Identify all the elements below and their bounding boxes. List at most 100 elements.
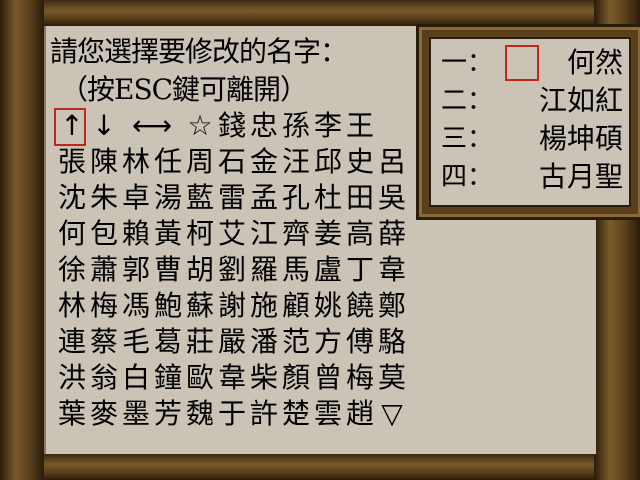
surname-cell[interactable]: 魏 <box>182 396 218 432</box>
surname-cell[interactable]: 齊 <box>278 216 314 252</box>
surname-cell[interactable]: 范 <box>278 324 314 360</box>
surname-cell[interactable]: 毛 <box>118 324 154 360</box>
surname-cell[interactable]: 吳 <box>374 180 410 216</box>
surname-cell[interactable]: 高 <box>342 216 378 252</box>
surname-cell[interactable]: 葛 <box>150 324 186 360</box>
surname-cell[interactable]: 潘 <box>246 324 282 360</box>
left-right-arrow-icon[interactable]: ⟷ <box>124 108 180 144</box>
surname-cell[interactable]: 施 <box>246 288 282 324</box>
surname-cell[interactable]: 歐 <box>182 360 218 396</box>
surname-cell[interactable]: 柴 <box>246 360 282 396</box>
surname-cell[interactable]: 何 <box>54 216 90 252</box>
surname-cell[interactable]: 忠 <box>246 108 282 144</box>
surname-cell[interactable]: 麥 <box>86 396 122 432</box>
surname-cell[interactable]: 陳 <box>86 144 122 180</box>
surname-cell[interactable]: 許 <box>246 396 282 432</box>
surname-cell[interactable]: 沈 <box>54 180 90 216</box>
surname-cell[interactable]: 卓 <box>118 180 154 216</box>
surname-cell[interactable]: 鮑 <box>150 288 186 324</box>
surname-cell[interactable]: 嚴 <box>214 324 250 360</box>
surname-cell[interactable]: 羅 <box>246 252 282 288</box>
surname-cell[interactable]: 丁 <box>342 252 378 288</box>
surname-cell[interactable]: 于 <box>214 396 250 432</box>
surname-cell[interactable]: 黃 <box>150 216 186 252</box>
surname-cell[interactable]: 薛 <box>374 216 410 252</box>
surname-cell[interactable]: 白 <box>118 360 154 396</box>
surname-cell[interactable]: 洪 <box>54 360 90 396</box>
surname-cell[interactable]: 孔 <box>278 180 314 216</box>
name-slot[interactable]: 四： 古月聖 <box>431 159 629 195</box>
surname-cell[interactable]: 謝 <box>214 288 250 324</box>
surname-cell[interactable]: 周 <box>182 144 218 180</box>
surname-cell[interactable]: 胡 <box>182 252 218 288</box>
surname-cell[interactable]: 馬 <box>278 252 314 288</box>
surname-cell[interactable]: 田 <box>342 180 378 216</box>
frame-bottom <box>0 454 640 480</box>
surname-cell[interactable]: 邱 <box>310 144 346 180</box>
surname-cell[interactable]: 姚 <box>310 288 346 324</box>
surname-cell[interactable]: 蔡 <box>86 324 122 360</box>
surname-cell[interactable]: 姜 <box>310 216 346 252</box>
surname-cell[interactable]: 韋 <box>214 360 250 396</box>
surname-cell[interactable]: 曾 <box>310 360 346 396</box>
surname-cell[interactable]: 江 <box>246 216 282 252</box>
surname-cell[interactable]: 史 <box>342 144 378 180</box>
surname-cell[interactable]: 林 <box>54 288 90 324</box>
surname-cell[interactable]: 呂 <box>374 144 410 180</box>
surname-cell[interactable]: 徐 <box>54 252 90 288</box>
surname-cell[interactable]: 芳 <box>150 396 186 432</box>
surname-cell[interactable]: 孟 <box>246 180 282 216</box>
surname-cell[interactable]: 王 <box>342 108 378 144</box>
surname-cell[interactable]: 墨 <box>118 396 154 432</box>
surname-cell[interactable]: 任 <box>150 144 186 180</box>
surname-cell[interactable]: 莫 <box>374 360 410 396</box>
surname-cell[interactable]: 杜 <box>310 180 346 216</box>
surname-cell[interactable]: 駱 <box>374 324 410 360</box>
surname-cell[interactable]: 連 <box>54 324 90 360</box>
name-slot[interactable]: 三： 楊坤碩 <box>431 121 629 157</box>
surname-cell[interactable]: 朱 <box>86 180 122 216</box>
surname-cell[interactable]: 葉 <box>54 396 90 432</box>
surname-cell[interactable]: 方 <box>310 324 346 360</box>
surname-cell[interactable]: 楚 <box>278 396 314 432</box>
surname-cell[interactable]: 韋 <box>374 252 410 288</box>
surname-cell[interactable]: 石 <box>214 144 250 180</box>
surname-cell[interactable]: 雷 <box>214 180 250 216</box>
surname-cell[interactable]: 包 <box>86 216 122 252</box>
surname-cell[interactable]: 梅 <box>86 288 122 324</box>
surname-cell[interactable]: 劉 <box>214 252 250 288</box>
surname-cell[interactable]: 林 <box>118 144 154 180</box>
surname-cell[interactable]: 蕭 <box>86 252 122 288</box>
surname-cell[interactable]: 湯 <box>150 180 186 216</box>
next-page-icon[interactable]: ▽ <box>374 396 410 432</box>
surname-cell[interactable]: 艾 <box>214 216 250 252</box>
surname-cell[interactable]: 賴 <box>118 216 154 252</box>
surname-cell[interactable]: 汪 <box>278 144 314 180</box>
surname-cell[interactable]: 馮 <box>118 288 154 324</box>
surname-cell[interactable]: 盧 <box>310 252 346 288</box>
surname-cell[interactable]: 孫 <box>278 108 314 144</box>
surname-cell[interactable]: 梅 <box>342 360 378 396</box>
surname-cell[interactable]: 柯 <box>182 216 218 252</box>
star-icon[interactable]: ☆ <box>182 108 218 144</box>
surname-cell[interactable]: 鐘 <box>150 360 186 396</box>
surname-cell[interactable]: 翁 <box>86 360 122 396</box>
surname-cell[interactable]: 趙 <box>342 396 378 432</box>
surname-cell[interactable]: 傅 <box>342 324 378 360</box>
surname-cell[interactable]: 顧 <box>278 288 314 324</box>
surname-cell[interactable]: 藍 <box>182 180 218 216</box>
surname-cell[interactable]: 饒 <box>342 288 378 324</box>
surname-cell[interactable]: 郭 <box>118 252 154 288</box>
down-arrow-icon[interactable]: ↓ <box>86 108 122 144</box>
surname-cell[interactable]: 雲 <box>310 396 346 432</box>
surname-cell[interactable]: 曹 <box>150 252 186 288</box>
surname-cell[interactable]: 李 <box>310 108 346 144</box>
surname-cell[interactable]: 張 <box>54 144 90 180</box>
surname-cell[interactable]: 蘇 <box>182 288 218 324</box>
surname-cell[interactable]: 鄭 <box>374 288 410 324</box>
surname-cell[interactable]: 莊 <box>182 324 218 360</box>
surname-cell[interactable]: 顏 <box>278 360 314 396</box>
name-slot[interactable]: 二： 江如紅 <box>431 83 629 119</box>
surname-cell[interactable]: 金 <box>246 144 282 180</box>
surname-cell[interactable]: 錢 <box>214 108 250 144</box>
